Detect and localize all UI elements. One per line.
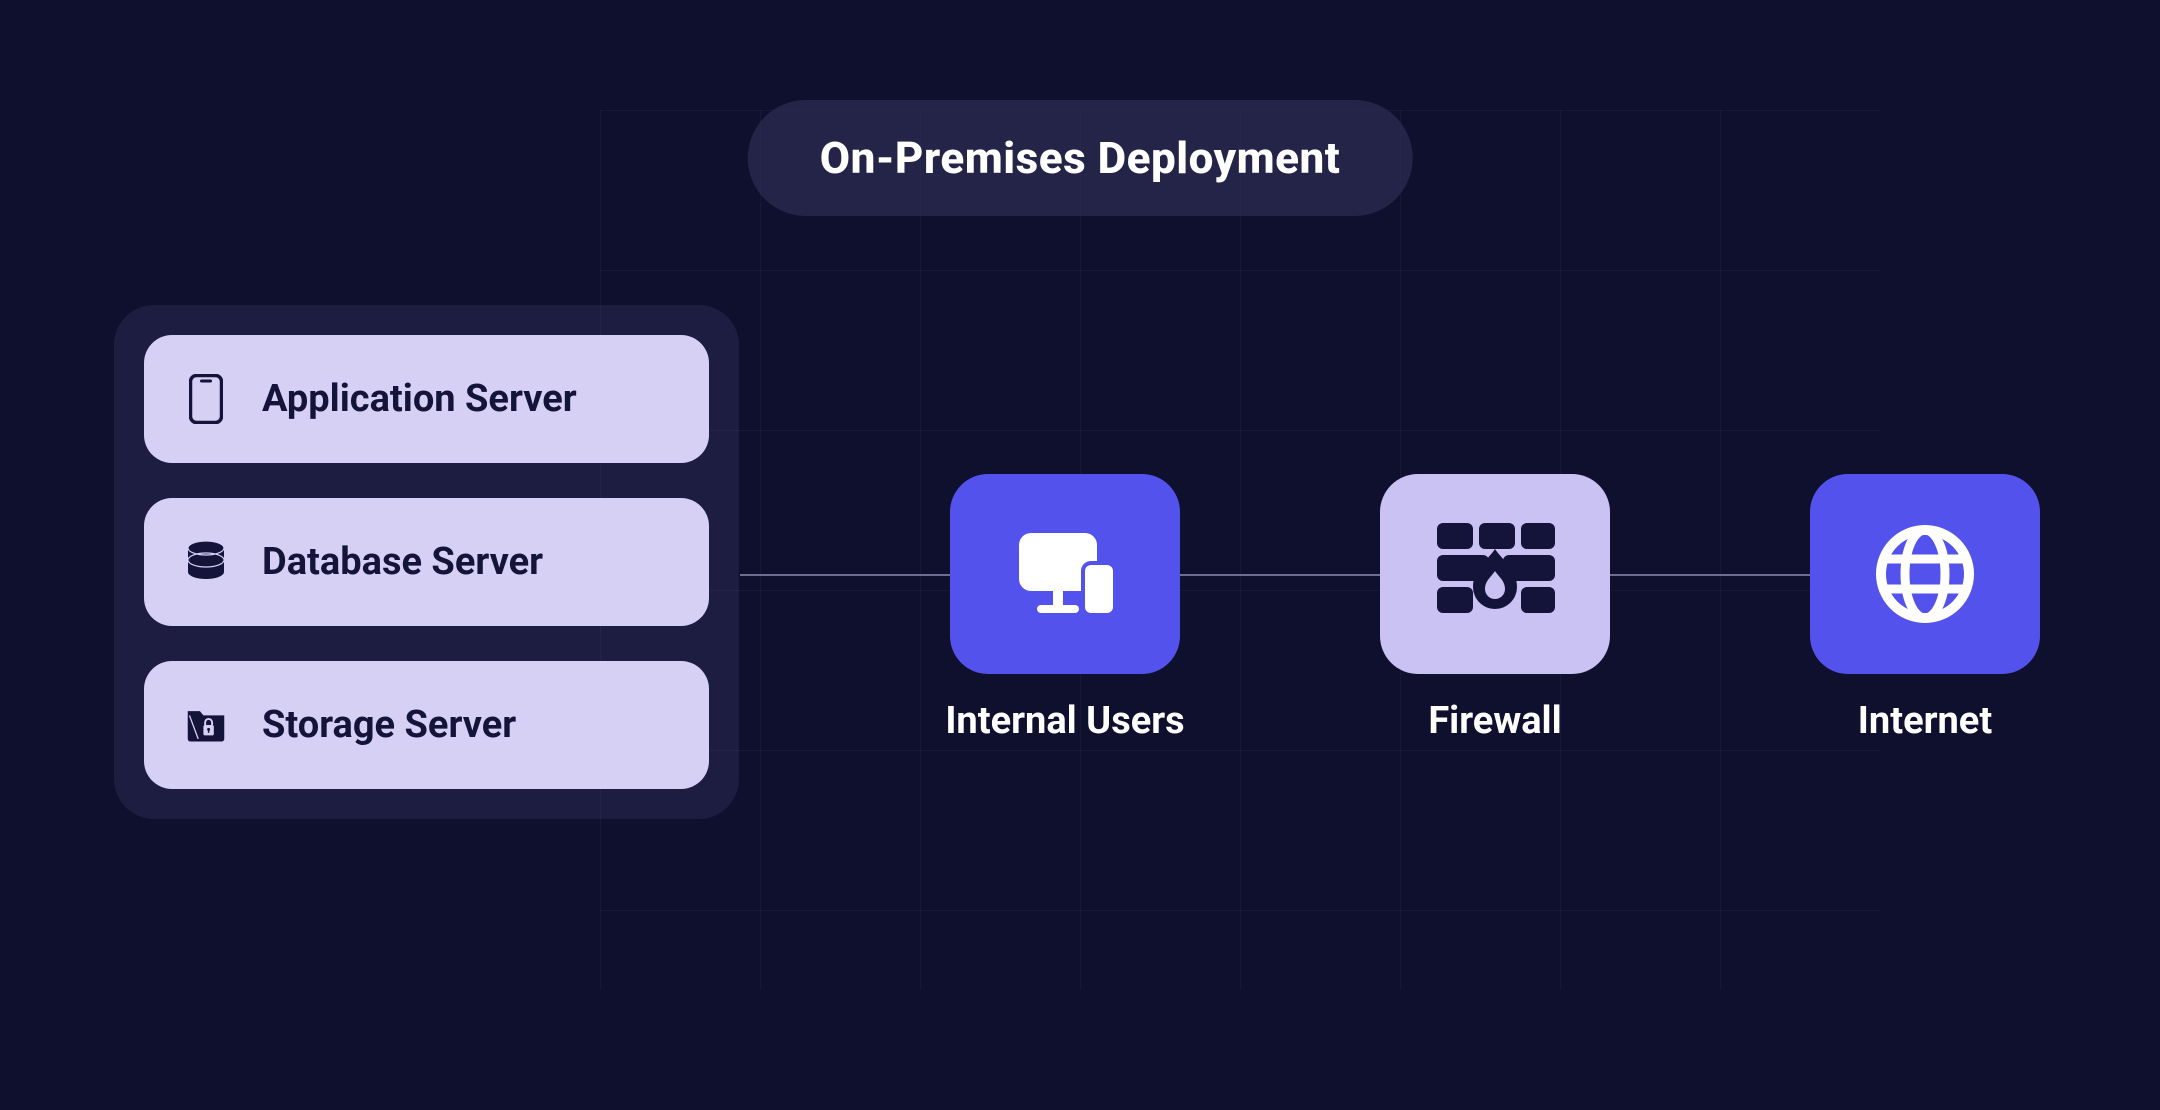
folder-lock-icon: [186, 701, 226, 749]
node-label: Firewall: [1428, 699, 1561, 743]
phone-icon: [186, 375, 226, 423]
diagram-title: On-Premises Deployment: [748, 100, 1413, 216]
server-panel: Application Server Database Server: [114, 305, 739, 819]
firewall-icon: [1425, 509, 1565, 639]
connector-line: [1180, 574, 1380, 576]
devices-icon: [1005, 519, 1125, 629]
server-card-database: Database Server: [144, 498, 709, 626]
node-internet: Internet: [1810, 474, 2040, 674]
connector-line: [740, 574, 950, 576]
server-label: Storage Server: [262, 703, 516, 747]
connector-line: [1610, 574, 1810, 576]
server-label: Application Server: [262, 377, 577, 421]
globe-icon: [1870, 519, 1980, 629]
node-label: Internet: [1858, 699, 1992, 743]
background-grid: [600, 110, 1880, 990]
server-card-application: Application Server: [144, 335, 709, 463]
server-label: Database Server: [262, 540, 543, 584]
node-internal-users: Internal Users: [950, 474, 1180, 674]
server-card-storage: Storage Server: [144, 661, 709, 789]
database-icon: [186, 538, 226, 586]
node-label: Internal Users: [945, 699, 1184, 743]
node-firewall: Firewall: [1380, 474, 1610, 674]
